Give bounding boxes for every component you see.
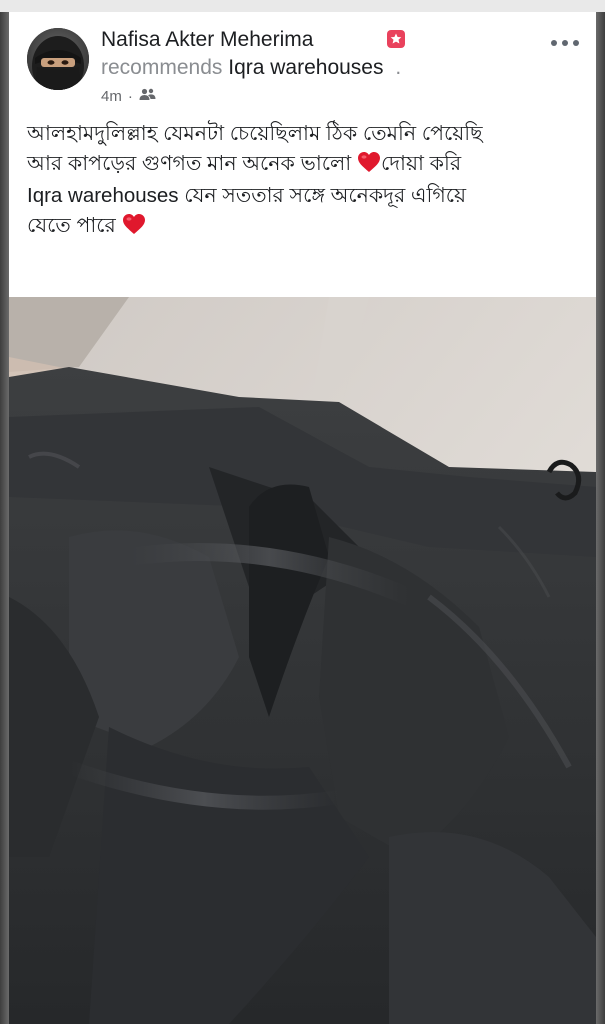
left-frame: [0, 0, 9, 1024]
heart-emoji-icon: [122, 213, 146, 244]
recommend-line: recommends Iqra warehouses .: [101, 56, 401, 80]
trailing-dot: .: [395, 56, 402, 79]
black-abaya-photo[interactable]: [9, 297, 596, 1024]
post-text-segment: দোয়া করি: [380, 151, 462, 175]
post-text-line: যেতে পারে: [27, 211, 587, 244]
post-meta: 4m ·: [101, 88, 156, 105]
post-card: Nafisa Akter Meherima recommends Iqra wa…: [9, 12, 596, 297]
recommends-text: recommends: [101, 56, 223, 79]
post-text-line: আর কাপড়ের গুণগত মান অনেক ভালো দোয়া করি: [27, 149, 587, 182]
new-member-badge-icon: [387, 30, 405, 48]
more-options-icon[interactable]: [550, 24, 580, 55]
author-name[interactable]: Nafisa Akter Meherima: [101, 28, 313, 52]
avatar[interactable]: [27, 28, 89, 90]
post-text: আলহামদুলিল্লাহ যেমনটা চেয়েছিলাম ঠিক তেম…: [27, 119, 587, 243]
friends-icon: [139, 88, 156, 105]
heart-emoji-icon: [357, 151, 381, 182]
meta-separator: ·: [127, 88, 133, 105]
post-text-line: Iqra warehouses যেন সততার সঙ্গে অনেকদূর …: [27, 184, 467, 207]
avatar-image: [27, 28, 89, 90]
post-time[interactable]: 4m: [101, 88, 122, 105]
right-frame: [596, 0, 605, 1024]
post-text-segment: আর কাপড়ের গুণগত মান অনেক ভালো: [27, 151, 352, 175]
post-text-segment: যেতে পারে: [27, 213, 116, 237]
photo-image: [9, 297, 596, 1024]
page-name-link[interactable]: Iqra warehouses: [228, 56, 383, 79]
previous-post-edge: [0, 0, 605, 12]
post-text-line: আলহামদুলিল্লাহ যেমনটা চেয়েছিলাম ঠিক তেম…: [27, 122, 483, 145]
